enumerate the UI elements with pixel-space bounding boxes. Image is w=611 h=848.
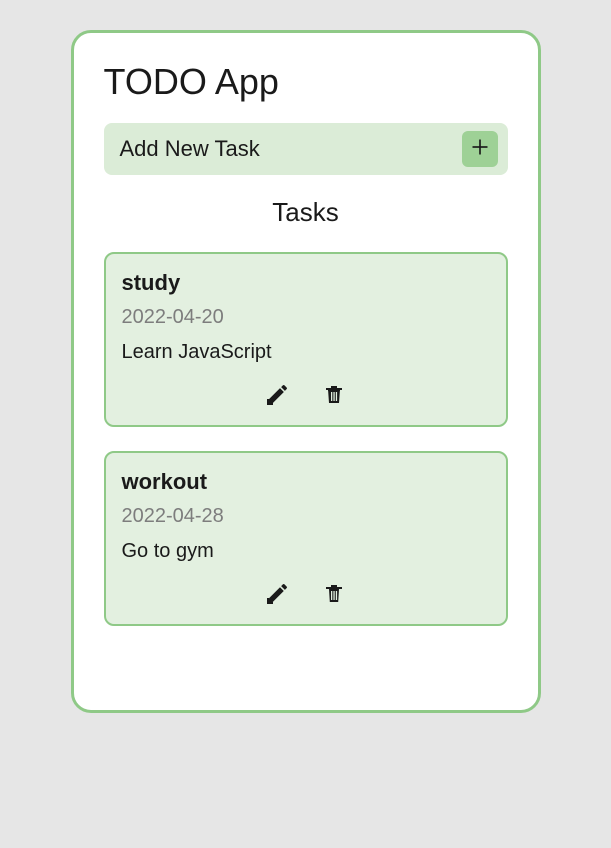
delete-button[interactable] <box>322 382 346 411</box>
task-date: 2022-04-28 <box>122 505 490 528</box>
tasks-heading: Tasks <box>104 197 508 228</box>
trash-icon <box>322 382 346 411</box>
edit-icon <box>266 581 290 610</box>
task-date: 2022-04-20 <box>122 306 490 329</box>
edit-button[interactable] <box>266 382 290 411</box>
delete-button[interactable] <box>322 581 346 610</box>
task-title: study <box>122 270 490 296</box>
task-desc: Go to gym <box>122 540 490 563</box>
task-actions <box>122 581 490 614</box>
edit-icon <box>266 382 290 411</box>
task-title: workout <box>122 469 490 495</box>
add-task-label: Add New Task <box>120 136 260 162</box>
app-title: TODO App <box>104 61 508 103</box>
trash-icon <box>322 581 346 610</box>
app-container: TODO App Add New Task Tasks study 2022-0… <box>71 30 541 713</box>
add-task-button[interactable] <box>462 131 498 167</box>
plus-icon <box>470 137 490 162</box>
task-card: workout 2022-04-28 Go to gym <box>104 451 508 626</box>
edit-button[interactable] <box>266 581 290 610</box>
task-actions <box>122 382 490 415</box>
task-desc: Learn JavaScript <box>122 341 490 364</box>
task-card: study 2022-04-20 Learn JavaScript <box>104 252 508 427</box>
add-task-bar[interactable]: Add New Task <box>104 123 508 175</box>
